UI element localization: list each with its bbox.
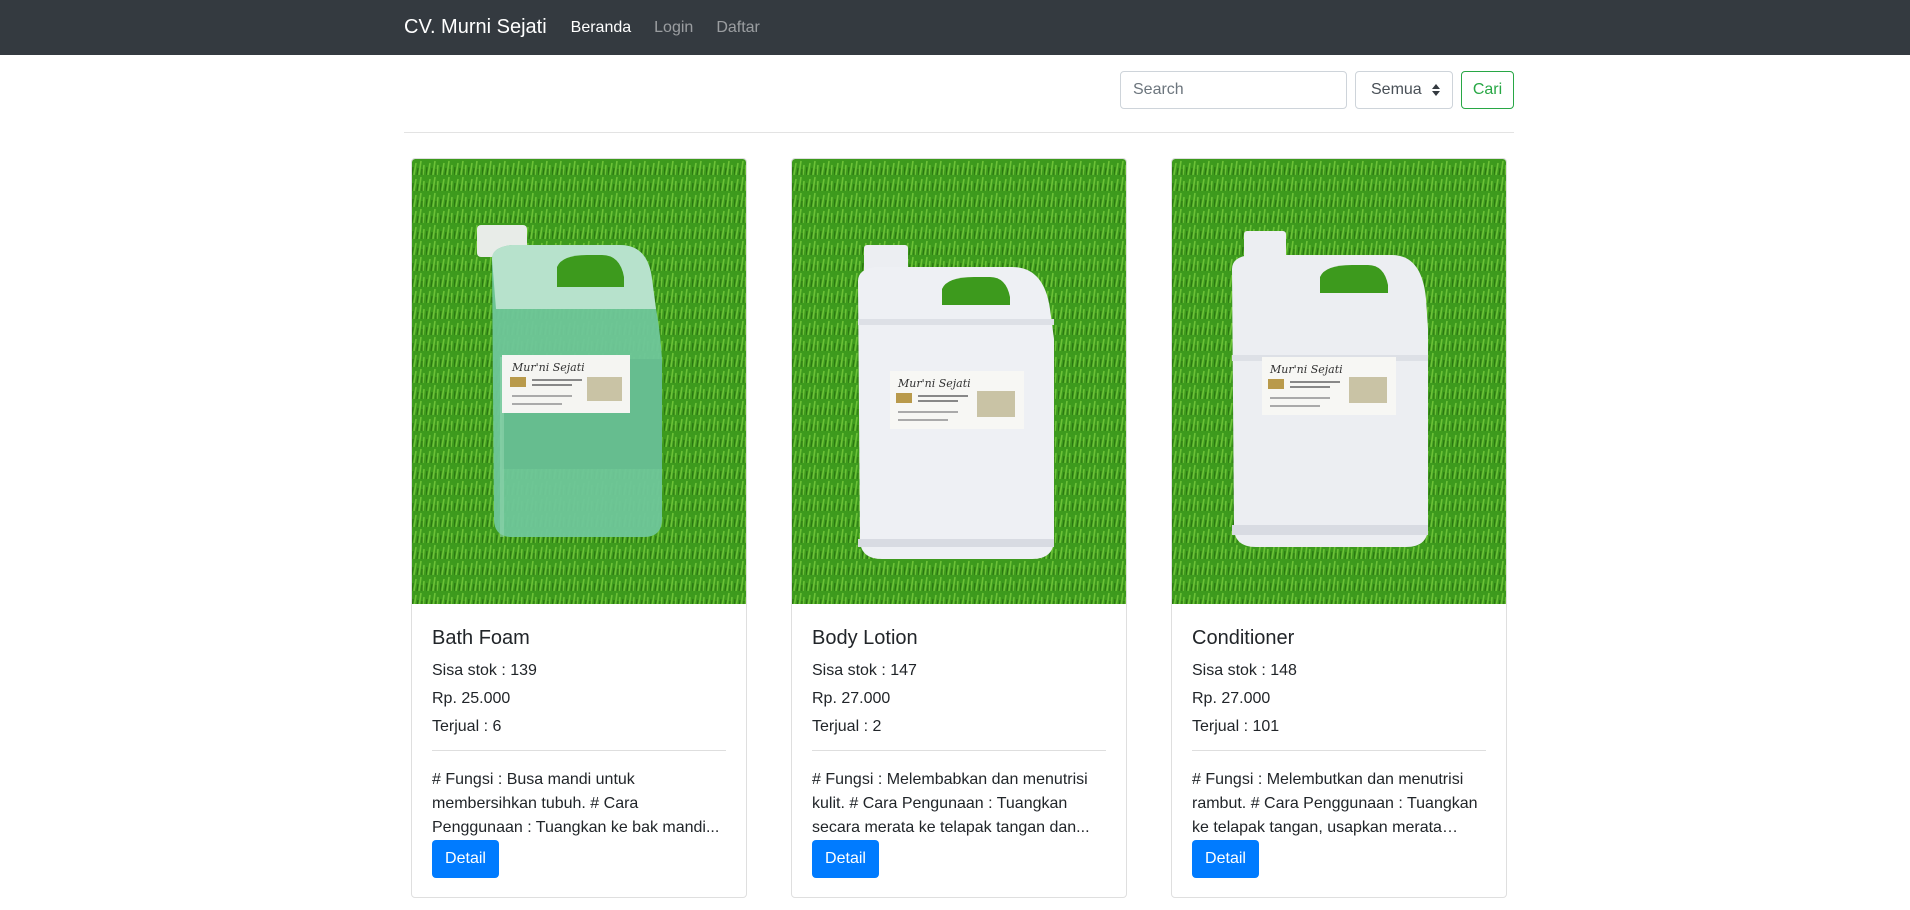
product-name: Bath Foam [432,627,530,649]
nav-link-beranda[interactable]: Beranda [571,19,632,37]
product-sold: Terjual : 6 [432,718,502,735]
product-image[interactable]: Mur'ni Sejati [792,159,1126,604]
product-price: Rp. 27.000 [1192,690,1271,707]
nav-link-daftar[interactable]: Daftar [716,19,760,37]
header-divider [404,132,1514,133]
bottle-label-text: Mur'ni Sejati [897,377,971,390]
product-card: Mur'ni Sejati Body Lotion Sisa stok : 14… [791,158,1127,898]
bottle-label-text: Mur'ni Sejati [1269,363,1343,376]
product-name: Conditioner [1192,627,1295,649]
search-button[interactable]: Cari [1461,71,1514,109]
product-stock: Sisa stok : 148 [1192,662,1297,679]
product-description: # Fungsi : Melembabkan dan menutrisi kul… [812,771,1090,836]
card-divider [1192,750,1486,751]
product-sold: Terjual : 101 [1192,718,1280,735]
product-card: Mur'ni Sejati Conditioner Sisa stok : 14… [1171,158,1507,898]
product-price: Rp. 27.000 [812,690,891,707]
card-divider [432,750,726,751]
product-price: Rp. 25.000 [432,690,511,707]
select-caret-icon [1432,84,1440,96]
product-stock: Sisa stok : 139 [432,662,537,679]
product-sold: Terjual : 2 [812,718,882,735]
product-stock: Sisa stok : 147 [812,662,917,679]
detail-button[interactable]: Detail [1192,840,1259,878]
nav-link-login[interactable]: Login [654,19,693,37]
product-name: Body Lotion [812,627,918,649]
category-select-value: Semua [1371,81,1422,98]
search-input[interactable] [1120,71,1347,109]
navbar-inner: CV. Murni Sejati Beranda Login Daftar [404,0,783,55]
navbar-brand[interactable]: CV. Murni Sejati [404,16,547,39]
category-select[interactable]: Semua [1355,71,1453,109]
detail-button[interactable]: Detail [812,840,879,878]
navbar: CV. Murni Sejati Beranda Login Daftar [0,0,1910,55]
product-image[interactable]: Mur'ni Sejati [1172,159,1506,604]
card-divider [812,750,1106,751]
product-card: Mur'ni Sejati Bath Foam Sisa stok : 139 … [411,158,747,898]
product-description: # Fungsi : Busa mandi untuk membersihkan… [432,771,720,836]
product-description: # Fungsi : Melembutkan dan menutrisi ram… [1192,771,1478,836]
search-form: Semua Cari [1120,71,1514,109]
product-image[interactable]: Mur'ni Sejati [412,159,746,604]
detail-button[interactable]: Detail [432,840,499,878]
bottle-label-text: Mur'ni Sejati [511,361,585,374]
